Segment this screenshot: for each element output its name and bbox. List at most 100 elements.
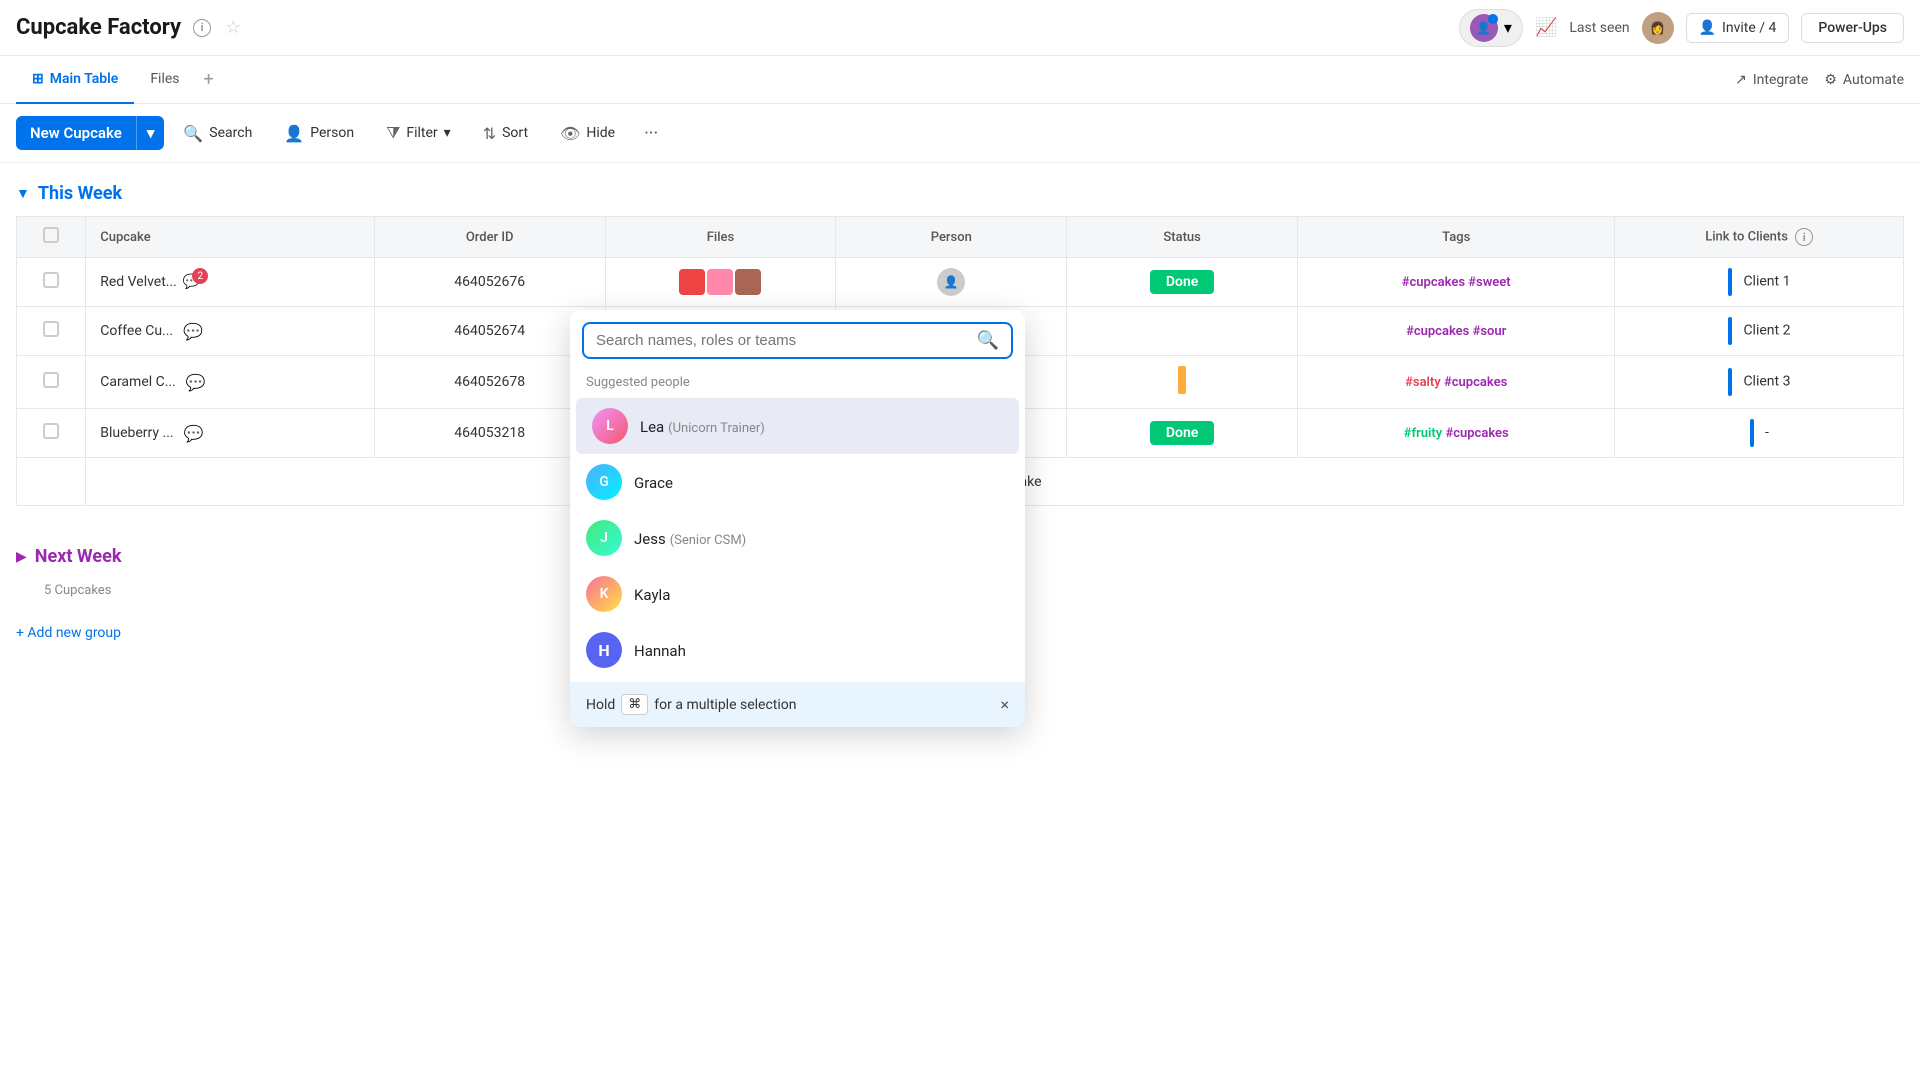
tag-sour-2: #sour [1473,324,1507,339]
person-dropdown: 🔍 Suggested people L Lea (Unicorn Traine… [570,310,1025,727]
person-info-hannah: Hannah [634,641,686,660]
new-cupcake-button[interactable]: New Cupcake ▾ [16,116,164,150]
add-comment-icon-3[interactable]: 💬 [186,373,206,392]
cupcake-cell-4: Blueberry ... 💬 [86,409,375,458]
tags-cell-1: #cupcakes #sweet [1298,258,1615,307]
link-cell-3: Client 3 [1615,356,1904,409]
filter-button[interactable]: ⧩ Filter ▾ [373,114,464,152]
link-bar-4 [1750,419,1754,447]
link-bar-3 [1728,368,1732,396]
person-item-lea[interactable]: L Lea (Unicorn Trainer) [576,398,1019,454]
invite-button[interactable]: 👤 Invite / 4 [1686,13,1790,43]
checkbox-cell-1[interactable] [17,258,86,307]
cupcake-cell-3: Caramel C... 💬 [86,356,375,409]
sort-button[interactable]: ⇅ Sort [470,115,541,152]
person-item-kayla[interactable]: K Kayla [570,566,1025,622]
new-cupcake-label: New Cupcake [16,116,136,150]
integrate-button[interactable]: ↗ Integrate [1735,72,1808,88]
link-info-icon[interactable]: i [1795,228,1813,246]
cupcake-cell-1: Red Velvet... 💬 2 [86,258,375,307]
add-comment-icon-4[interactable]: 💬 [184,424,204,443]
status-cell-3 [1067,356,1298,409]
person-name-lea: Lea [640,418,664,436]
table-row: Red Velvet... 💬 2 464052676 [17,258,1904,307]
group-this-week[interactable]: ▼ This Week [16,163,1904,216]
close-hint-button[interactable]: × [1000,695,1009,714]
person-role-lea: (Unicorn Trainer) [668,421,765,436]
filter-label: Filter [406,125,437,141]
tag-cupcakes-2: #cupcakes [1406,324,1473,339]
person-name-jess: Jess [634,530,666,548]
person-item-grace[interactable]: G Grace [570,454,1025,510]
person-button[interactable]: 👤 Person [271,115,367,152]
link-bar-1 [1728,268,1732,296]
person-avatar-1: 👤 [937,268,965,296]
person-cell-1[interactable]: 👤 [836,258,1067,307]
table-icon: ⊞ [32,71,44,87]
person-search-input[interactable] [596,332,969,349]
person-name-hannah: Hannah [634,642,686,660]
person-avatar-jess: J [586,520,622,556]
person-name-grace: Grace [634,474,673,492]
table-header-row: Cupcake Order ID Files Person Status Tag… [17,217,1904,258]
search-icon-dropdown: 🔍 [977,330,999,351]
person-filter-icon: 👤 [284,124,304,143]
nav-tabs: ⊞ Main Table Files + ↗ Integrate ⚙ Autom… [0,56,1920,104]
tab-main-table[interactable]: ⊞ Main Table [16,56,134,104]
link-cell-2: Client 2 [1615,307,1904,356]
file-thumb-1a [679,269,705,295]
person-name-kayla: Kayla [634,586,670,604]
kbd-symbol: ⌘ [621,694,648,715]
checkbox-header[interactable] [17,217,86,258]
link-value-2[interactable]: Client 2 [1743,323,1790,339]
comment-badge-1[interactable]: 💬 2 [183,274,200,290]
tag-cupcakes-4: #cupcakes [1445,426,1508,441]
link-value-3[interactable]: Client 3 [1743,374,1790,390]
group-chevron-icon: ▼ [16,185,30,202]
checkbox-cell-4[interactable] [17,409,86,458]
add-comment-icon-2[interactable]: 💬 [183,322,203,341]
tags-cell-3: #salty #cupcakes [1298,356,1615,409]
search-label: Search [209,125,252,141]
tag-cupcakes-1: #cupcakes [1402,275,1469,290]
status-badge-4: Done [1150,421,1214,445]
power-ups-button[interactable]: Power-Ups [1801,13,1904,43]
search-button[interactable]: 🔍 Search [170,115,265,152]
cupcake-name-4: Blueberry ... [100,425,173,441]
person-item-hannah[interactable]: H Hannah [570,622,1025,678]
cupcake-name-2: Coffee Cu... [100,323,173,339]
info-icon[interactable]: i [193,19,211,37]
new-cupcake-dropdown-arrow[interactable]: ▾ [136,116,165,150]
automate-button[interactable]: ⚙ Automate [1824,72,1904,88]
person-avatar-grace: G [586,464,622,500]
link-value-1[interactable]: Client 1 [1743,274,1790,290]
more-options-button[interactable]: ··· [634,115,668,152]
nav-right: ↗ Integrate ⚙ Automate [1735,72,1904,88]
tab-files[interactable]: Files [134,56,195,104]
file-thumb-1b [707,269,733,295]
checkbox-cell-3[interactable] [17,356,86,409]
suggested-people-label: Suggested people [570,371,1025,398]
add-tab-button[interactable]: + [196,69,222,90]
person-item-jess[interactable]: J Jess (Senior CSM) [570,510,1025,566]
tab-main-table-label: Main Table [50,71,119,87]
hint-bar: Hold ⌘ for a multiple selection × [570,682,1025,727]
avatar-cluster[interactable]: 👤 ▾ [1459,9,1523,47]
person-avatar-kayla: K [586,576,622,612]
status-cell-2 [1067,307,1298,356]
activity-icon[interactable]: 📈 [1535,17,1557,38]
link-bar-2 [1728,317,1732,345]
person-search-box: 🔍 [582,322,1013,359]
hide-icon: 👁 [560,124,580,143]
hide-button[interactable]: 👁 Hide [547,115,628,152]
star-icon[interactable]: ☆ [225,17,241,38]
checkbox-cell-2[interactable] [17,307,86,356]
link-cell-4: - [1615,409,1904,458]
filter-chevron: ▾ [444,125,451,141]
tag-cupcakes-3: #cupcakes [1444,375,1507,390]
person-role-jess: (Senior CSM) [670,533,747,548]
person-info-grace: Grace [634,473,673,492]
tab-files-label: Files [150,71,179,87]
tags-column-header: Tags [1298,217,1615,258]
last-seen-label: Last seen [1569,20,1629,36]
